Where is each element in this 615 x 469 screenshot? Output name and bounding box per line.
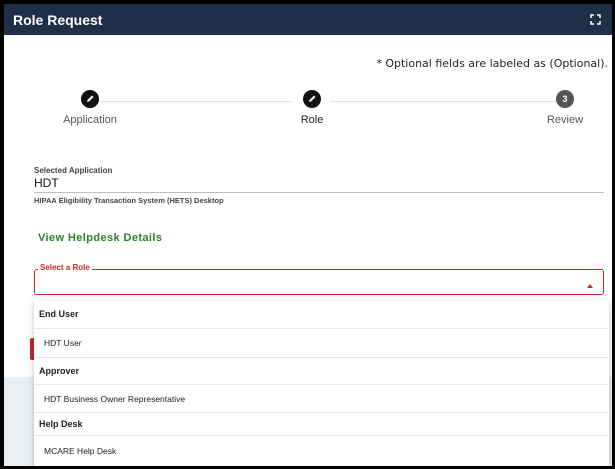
step-number: 3: [556, 90, 574, 108]
view-helpdesk-link[interactable]: View Helpdesk Details: [38, 232, 162, 244]
role-option[interactable]: MCARE Help Desk: [34, 436, 609, 466]
step-application[interactable]: Application: [50, 90, 130, 126]
step-review: 3 Review: [540, 90, 590, 126]
step-label: Role: [300, 114, 324, 126]
step-label: Application: [63, 114, 117, 126]
role-option[interactable]: HDT User: [34, 329, 609, 358]
step-label: Review: [546, 114, 584, 126]
option-group-header: Help Desk: [39, 419, 83, 429]
progress-stepper: Application Role 3 Review: [4, 90, 612, 130]
option-group-header: Approver: [39, 366, 80, 376]
selected-application: Selected Application HDT HIPAA Eligibili…: [34, 166, 604, 205]
selected-application-description: HIPAA Eligibility Transaction System (HE…: [34, 196, 224, 205]
option-group-header: End User: [39, 309, 79, 319]
pencil-icon: [303, 90, 321, 108]
role-option[interactable]: HDT Business Owner Representative: [34, 385, 609, 413]
select-role-dropdown[interactable]: Select a Role: [34, 263, 604, 295]
step-role[interactable]: Role: [282, 90, 342, 126]
caret-up-icon[interactable]: [587, 284, 593, 288]
optional-fields-note: * Optional fields are labeled as (Option…: [376, 57, 608, 70]
dialog-titlebar: Role Request: [4, 4, 612, 35]
select-role-label: Select a Role: [38, 263, 92, 272]
selected-application-caption: Selected Application: [34, 166, 113, 175]
pencil-icon: [81, 90, 99, 108]
step-connector: [330, 101, 556, 102]
role-request-dialog: Role Request * Optional fields are label…: [4, 4, 612, 466]
expand-icon[interactable]: [587, 12, 603, 28]
role-options-list: End User HDT User Approver HDT Business …: [34, 300, 609, 466]
selected-application-value: HDT: [34, 176, 604, 193]
dialog-title: Role Request: [13, 11, 103, 28]
